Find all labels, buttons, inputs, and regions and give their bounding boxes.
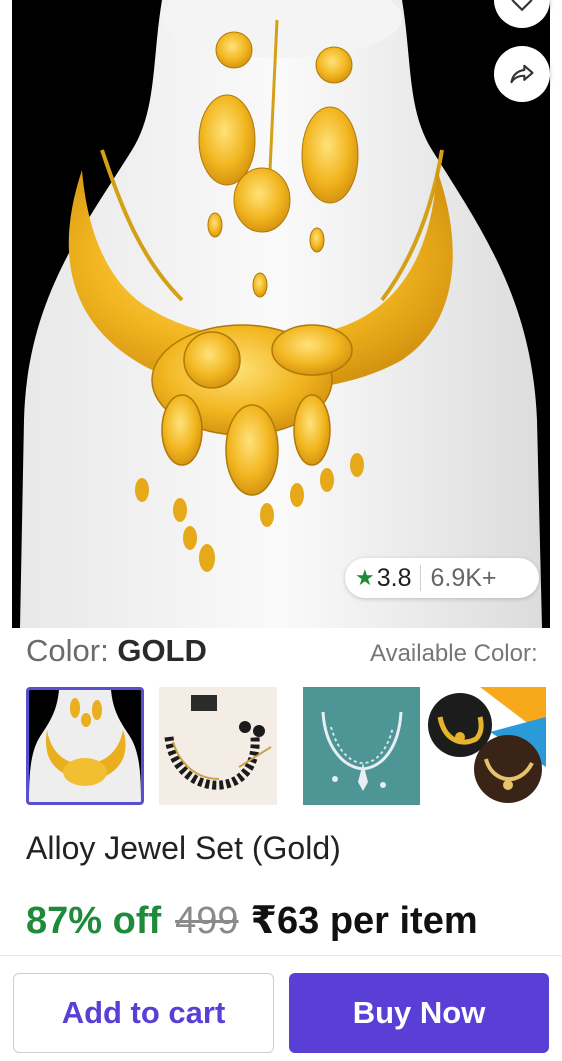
swatch-image	[303, 687, 421, 805]
product-image	[12, 0, 550, 628]
swatch-gold-and-kundan-sets[interactable]	[420, 687, 546, 805]
swatch-silver-necklace-set[interactable]	[303, 687, 421, 805]
bottom-bar-divider	[0, 955, 562, 956]
rating-divider	[419, 565, 421, 591]
swatch-image	[29, 690, 141, 802]
rating-badge[interactable]: ★ 3.8 6.9K+	[345, 558, 539, 598]
color-label: Color: GOLD	[26, 633, 207, 669]
discount-percent: 87% off	[26, 900, 162, 942]
product-image-carousel[interactable]: ★ 3.8 6.9K+	[0, 0, 562, 628]
swatch-image	[420, 687, 546, 805]
color-label-prefix: Color:	[26, 633, 109, 668]
buy-now-button[interactable]: Buy Now	[289, 973, 549, 1053]
swatch-image	[159, 687, 277, 805]
heart-icon	[511, 0, 533, 12]
available-color-label: Available Color:	[370, 640, 538, 667]
star-icon: ★	[355, 565, 375, 590]
color-value: GOLD	[117, 633, 207, 668]
jewelry-photo	[12, 0, 550, 628]
color-swatches	[26, 687, 546, 805]
share-arrow-icon	[510, 64, 534, 84]
share-button[interactable]	[494, 46, 550, 102]
rating-value: 3.8	[376, 563, 412, 592]
selling-price: ₹63 per item	[250, 900, 478, 942]
price-row: 87% off 499 ₹63 per item	[26, 898, 478, 943]
rating-count: 6.9K+	[430, 563, 497, 592]
product-title: Alloy Jewel Set (Gold)	[26, 830, 341, 866]
add-to-cart-button[interactable]: Add to cart	[13, 973, 274, 1053]
swatch-gold-necklace-set[interactable]	[26, 687, 144, 805]
original-price: 499	[175, 900, 239, 942]
swatch-black-stone-necklace-set[interactable]	[159, 687, 277, 805]
